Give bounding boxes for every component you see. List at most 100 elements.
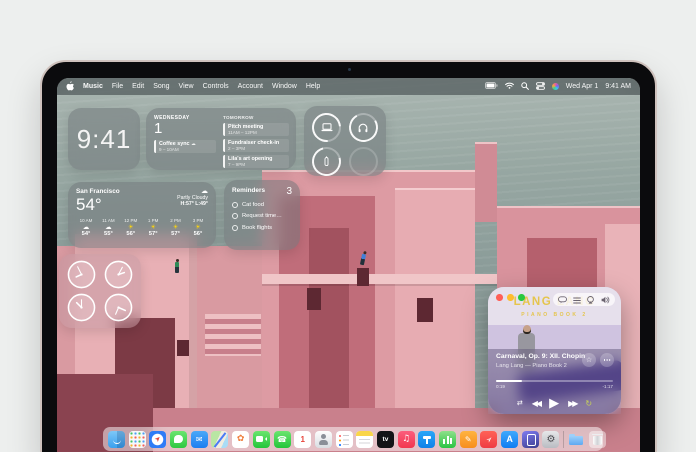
batteries-widget[interactable] xyxy=(304,106,386,176)
music-note-icon: ♫ xyxy=(402,434,410,444)
reminders-count: 3 xyxy=(286,187,292,196)
compass-needle-icon: ➤ xyxy=(153,434,163,444)
sun-icon: ☀ xyxy=(143,223,163,231)
dock-divider xyxy=(563,431,564,448)
menu-item-account[interactable]: Account xyxy=(238,83,263,90)
checkbox-circle-icon[interactable] xyxy=(232,202,238,208)
favorite-star-button[interactable]: ☆ xyxy=(582,353,596,367)
search-icon[interactable] xyxy=(521,82,529,92)
weather-widget[interactable]: San Francisco 54° ☁ Partly Cloudy H:57° … xyxy=(68,182,216,248)
dock-icon-keynote[interactable] xyxy=(418,431,435,448)
dock-icon-folder[interactable] xyxy=(568,431,585,448)
dock-icon-mail[interactable]: ✉ xyxy=(191,431,208,448)
dock-icon-trash[interactable] xyxy=(589,431,606,448)
menu-item-edit[interactable]: Edit xyxy=(132,83,144,90)
event-time: 2 – 3PM xyxy=(228,146,289,151)
progress-fill xyxy=(496,380,522,382)
weather-hour: 10 AM ☁ 54° xyxy=(76,218,96,237)
wifi-icon[interactable] xyxy=(505,82,514,91)
calendar-event[interactable]: Lila's art opening 7 – 9PM xyxy=(223,155,289,168)
control-center-icon[interactable] xyxy=(536,82,545,92)
photo-background: Music File Edit Song View Controls Accou… xyxy=(0,0,696,452)
dock-icon-reminders[interactable] xyxy=(336,431,353,448)
zoom-button[interactable] xyxy=(518,294,525,301)
menu-item-window[interactable]: Window xyxy=(272,83,297,90)
dock-icon-numbers[interactable] xyxy=(439,431,456,448)
dock-icon-app-store[interactable]: A xyxy=(501,431,518,448)
calendar-widget[interactable]: WEDNESDAY 1 Coffee sync ☁ 9 – 10AM TOMOR… xyxy=(146,108,296,170)
dock-icon-notes[interactable] xyxy=(356,431,373,448)
menubar-date[interactable]: Wed Apr 1 xyxy=(566,83,599,90)
battery-icon[interactable] xyxy=(485,82,498,91)
siri-icon[interactable] xyxy=(552,83,559,90)
dock-icon-safari[interactable]: ➤ xyxy=(149,431,166,448)
dock-icon-music[interactable]: ♫ xyxy=(398,431,415,448)
calendar-event[interactable]: Coffee sync ☁ 9 – 10AM xyxy=(154,140,216,153)
previous-button[interactable]: ◀◀ xyxy=(532,399,540,408)
close-button[interactable] xyxy=(496,294,503,301)
reminders-widget[interactable]: Reminders 3 Cat food Request time… Book … xyxy=(224,180,300,250)
weather-hour: 3 PM ☀ 56° xyxy=(188,218,208,237)
reminder-item[interactable]: Request time… xyxy=(232,213,292,219)
lyrics-icon[interactable] xyxy=(558,291,567,309)
play-button[interactable]: ▶ xyxy=(549,396,559,411)
menu-item-view[interactable]: View xyxy=(179,83,194,90)
analog-clock xyxy=(104,260,133,289)
sun-icon: ☀ xyxy=(188,223,208,231)
dock-icon-contacts[interactable] xyxy=(315,431,332,448)
dock-icon-finder[interactable] xyxy=(108,431,125,448)
world-clock-widget[interactable] xyxy=(59,254,141,328)
hour-temp: 57° xyxy=(143,231,163,237)
menu-item-controls[interactable]: Controls xyxy=(203,83,229,90)
queue-icon[interactable] xyxy=(573,291,581,309)
battery-ring xyxy=(349,147,378,176)
more-options-button[interactable] xyxy=(600,353,614,367)
volume-icon[interactable] xyxy=(601,291,610,309)
dock-icon-maps[interactable] xyxy=(211,431,228,448)
flower-icon: ✿ xyxy=(237,434,245,444)
dock-icon-rocket[interactable]: ➢ xyxy=(480,431,497,448)
dock-icon-settings[interactable]: ⚙ xyxy=(542,431,559,448)
dock-icon-apple-tv[interactable]: tv xyxy=(377,431,394,448)
airplay-icon[interactable] xyxy=(586,291,595,309)
apple-menu-icon[interactable] xyxy=(66,81,74,93)
menu-bar: Music File Edit Song View Controls Accou… xyxy=(57,78,640,95)
dock-icon-pages[interactable]: ✎ xyxy=(460,431,477,448)
dock-icon-messages[interactable] xyxy=(170,431,187,448)
forward-button[interactable]: ▶▶ xyxy=(568,399,576,408)
music-miniplayer-window[interactable]: LANG LANG PIANO BOOK 2 xyxy=(488,287,621,414)
calendar-today-column: WEDNESDAY 1 Coffee sync ☁ 9 – 10AM xyxy=(154,115,216,165)
repeat-button[interactable]: ↻ xyxy=(585,399,592,408)
pen-icon: ✎ xyxy=(465,435,472,444)
reminder-item[interactable]: Book flights xyxy=(232,225,292,231)
clock-time: 9:41 xyxy=(77,124,132,155)
dock-icon-iphone-mirroring[interactable] xyxy=(522,431,539,448)
checkbox-circle-icon[interactable] xyxy=(232,225,238,231)
clock-widget[interactable]: 9:41 xyxy=(68,108,140,170)
checkbox-circle-icon[interactable] xyxy=(232,213,238,219)
weather-temperature: 54° xyxy=(76,195,120,214)
player-info-panel: Carnaval, Op. 9: XII. Chopin Lang Lang —… xyxy=(488,349,621,414)
menu-item-app[interactable]: Music xyxy=(83,83,103,90)
dock-icon-phone[interactable]: ☎ xyxy=(274,431,291,448)
minimize-button[interactable] xyxy=(507,294,514,301)
dock-icon-calendar[interactable]: 1 xyxy=(294,431,311,448)
menu-item-help[interactable]: Help xyxy=(306,83,320,90)
weather-right: ☁ Partly Cloudy H:57° L:49° xyxy=(177,188,208,214)
menu-item-file[interactable]: File xyxy=(112,83,123,90)
reminder-item[interactable]: Cat food xyxy=(232,202,292,208)
progress-bar[interactable] xyxy=(496,380,613,382)
event-time: 11AM – 12PM xyxy=(228,130,289,135)
calendar-event[interactable]: Pitch meeting 11AM – 12PM xyxy=(223,123,289,136)
dock-icon-launchpad[interactable] xyxy=(129,431,146,448)
dock-icon-facetime[interactable] xyxy=(253,431,270,448)
hour-temp: 57° xyxy=(166,231,186,237)
dock-icon-photos[interactable]: ✿ xyxy=(232,431,249,448)
weather-hour: 1 PM ☀ 57° xyxy=(143,218,163,237)
menubar-time[interactable]: 9:41 AM xyxy=(605,83,631,90)
shuffle-button[interactable]: ⇄ xyxy=(517,399,523,407)
hour-temp: 54° xyxy=(76,231,96,237)
reminders-title: Reminders xyxy=(232,187,265,194)
calendar-event[interactable]: Fundraiser check-in 2 – 3PM xyxy=(223,139,289,152)
menu-item-song[interactable]: Song xyxy=(153,83,169,90)
